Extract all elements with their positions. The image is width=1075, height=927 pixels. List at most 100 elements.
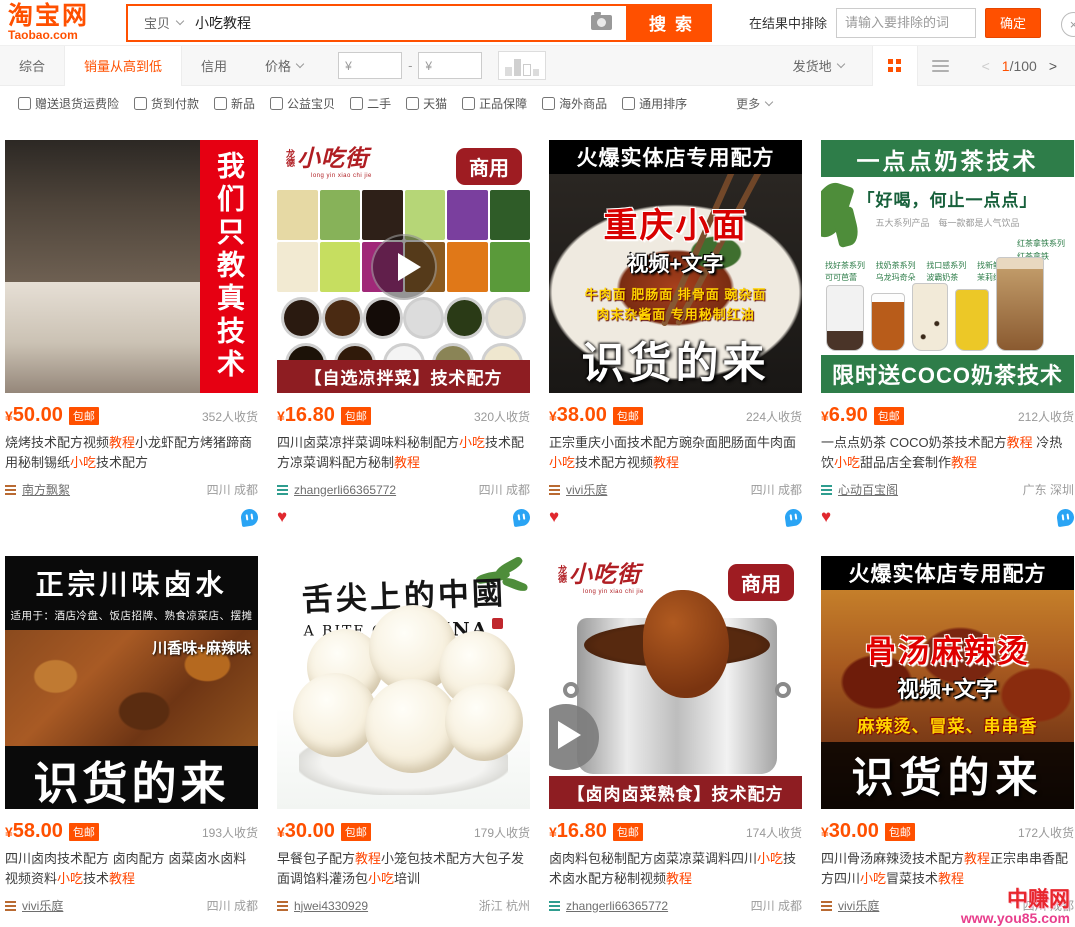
more-filters-button[interactable]: 更多 — [736, 95, 772, 112]
prev-page-icon[interactable]: < — [982, 58, 990, 74]
free-shipping-badge: 包邮 — [613, 407, 643, 425]
filter-authentic[interactable]: 正品保障 — [462, 95, 527, 112]
checkbox[interactable] — [214, 97, 227, 110]
wangwang-chat-icon[interactable] — [240, 507, 259, 526]
product-card: 龙德 小吃街 long yin xiao chi jie 商用 【卤肉卤菜熟食】… — [549, 556, 802, 927]
product-title[interactable]: 四川卤菜凉拌菜调味料秘制配方小吃技术配方凉菜调料配方秘制教程 — [277, 433, 530, 473]
search-input[interactable] — [195, 6, 591, 40]
wangwang-chat-icon[interactable] — [512, 507, 531, 526]
price-max-input[interactable] — [418, 52, 482, 79]
product-title[interactable]: 早餐包子配方教程小笼包技术配方大包子发面调馅料灌汤包小吃培训 — [277, 849, 530, 889]
product-image[interactable]: 火爆实体店专用配方 重庆小面 视频+文字 牛肉面 肥肠面 排骨面 豌杂面 肉末杂… — [549, 140, 802, 393]
tab-credit[interactable]: 信用 — [182, 46, 246, 86]
checkbox[interactable] — [350, 97, 363, 110]
price-row: ¥ 16.80 包邮 320人收货 — [277, 404, 530, 427]
checkbox[interactable] — [270, 97, 283, 110]
next-page-icon[interactable]: > — [1049, 58, 1057, 74]
tab-comprehensive[interactable]: 综合 — [0, 46, 64, 86]
filter-cod[interactable]: 货到付款 — [134, 95, 199, 112]
seller-link[interactable]: 心动百宝阁 — [838, 481, 898, 498]
tab-price[interactable]: 价格 — [246, 46, 322, 86]
image-caption: 【卤肉卤菜熟食】技术配方 — [549, 776, 802, 809]
product-card: 一点点奶茶技术 「好喝，何止一点点」 五大系列产品 每一款都是人气饮品 红茶拿铁… — [821, 140, 1074, 526]
location: 广东 深圳 — [1023, 481, 1074, 498]
filter-general-sort[interactable]: 通用排序 — [622, 95, 687, 112]
longde-brand-logo: 龙德 小吃街 — [558, 563, 641, 586]
sold-count: 179人收货 — [474, 824, 530, 841]
price-row: ¥ 30.00 包邮 172人收货 — [821, 820, 1074, 843]
price-row: ¥ 16.80 包邮 174人收货 — [549, 820, 802, 843]
filter-secondhand[interactable]: 二手 — [350, 95, 391, 112]
product-title[interactable]: 一点点奶茶 COCO奶茶技术配方教程 冷热饮小吃甜品店全套制作教程 — [821, 433, 1074, 473]
product-image[interactable]: 一点点奶茶技术 「好喝，何止一点点」 五大系列产品 每一款都是人气饮品 红茶拿铁… — [821, 140, 1074, 393]
product-image[interactable]: 舌尖上的中國 A BITE OF CHINA — [277, 556, 530, 809]
longde-brand-logo: 龙德 小吃街 — [286, 147, 369, 170]
free-shipping-badge: 包邮 — [69, 407, 99, 425]
wangwang-chat-icon[interactable] — [784, 507, 803, 526]
filter-overseas[interactable]: 海外商品 — [542, 95, 607, 112]
product-title[interactable]: 正宗重庆小面技术配方豌杂面肥肠面牛肉面小吃技术配方视频教程 — [549, 433, 802, 473]
search-category-dropdown[interactable]: 宝贝 — [128, 13, 195, 32]
logo-subtitle: Taobao.com — [8, 28, 126, 42]
camera-search-icon[interactable] — [591, 15, 612, 30]
checkbox[interactable] — [406, 97, 419, 110]
close-icon[interactable]: × — [1061, 12, 1075, 37]
product-card: 火爆实体店专用配方 重庆小面 视频+文字 牛肉面 肥肠面 排骨面 豌杂面 肉末杂… — [549, 140, 802, 526]
filter-charity[interactable]: 公益宝贝 — [270, 95, 335, 112]
exclude-confirm-button[interactable]: 确定 — [985, 8, 1041, 38]
product-title[interactable]: 卤肉料包秘制配方卤菜凉菜调料四川小吃技术卤水配方秘制视频教程 — [549, 849, 802, 889]
cooking-pot — [577, 618, 777, 774]
exclude-input[interactable] — [836, 8, 976, 38]
ship-from-dropdown[interactable]: 发货地 — [793, 56, 844, 75]
seller-row: 心动百宝阁 广东 深圳 — [821, 481, 1074, 498]
play-icon[interactable] — [371, 234, 437, 300]
filter-new[interactable]: 新品 — [214, 95, 255, 112]
wangwang-chat-icon[interactable] — [1056, 507, 1075, 526]
product-title[interactable]: 四川骨汤麻辣烫技术配方教程正宗串串香配方四川小吃冒菜技术教程 — [821, 849, 1074, 889]
checkbox[interactable] — [542, 97, 555, 110]
free-shipping-badge: 包邮 — [69, 823, 99, 841]
location: 四川 成都 — [751, 897, 802, 914]
product-image[interactable]: 我们只教真技术 — [5, 140, 258, 393]
seller-link[interactable]: vivi乐庭 — [566, 481, 607, 498]
filter-return-insurance[interactable]: 赠送退货运费险 — [18, 95, 119, 112]
checkbox[interactable] — [622, 97, 635, 110]
product-image[interactable]: 龙德 小吃街 long yin xiao chi jie 商用 【自选凉拌菜】技… — [277, 140, 530, 393]
list-view-button[interactable] — [918, 57, 964, 75]
free-shipping-badge: 包邮 — [341, 823, 371, 841]
filter-tmall[interactable]: 天猫 — [406, 95, 447, 112]
seller-row: zhangerli66365772 四川 成都 — [277, 481, 530, 498]
seller-link[interactable]: vivi乐庭 — [838, 897, 879, 914]
seller-link[interactable]: zhangerli66365772 — [566, 899, 668, 913]
sold-count: 320人收货 — [474, 408, 530, 425]
grid-view-button[interactable] — [872, 46, 918, 86]
product-image[interactable]: 龙德 小吃街 long yin xiao chi jie 商用 【卤肉卤菜熟食】… — [549, 556, 802, 809]
checkbox[interactable] — [462, 97, 475, 110]
product-title[interactable]: 烧烤技术配方视频教程小龙虾配方烤猪蹄商用秘制锡纸小吃技术配方 — [5, 433, 258, 473]
hotpot-photo: 骨汤麻辣烫 视频+文字 麻辣烫、冒菜、串串香 识货的来 — [821, 590, 1074, 809]
shop-icon — [5, 901, 16, 911]
price-min-input[interactable] — [338, 52, 402, 79]
price-histogram-icon[interactable] — [498, 51, 546, 80]
taobao-logo[interactable]: 淘宝网 Taobao.com — [8, 4, 126, 42]
shop-icon — [821, 901, 832, 911]
product-image[interactable]: 正宗川味卤水 适用于：酒店冷盘、饭店招牌、熟食凉菜店、摆摊 川香味+麻辣味 识货… — [5, 556, 258, 809]
seller-link[interactable]: zhangerli66365772 — [294, 483, 396, 497]
seller-row: 南方飘絮 四川 成都 — [5, 481, 258, 498]
product-image[interactable]: 火爆实体店专用配方 骨汤麻辣烫 视频+文字 麻辣烫、冒菜、串串香 识货的来 — [821, 556, 1074, 809]
seller-link[interactable]: hjwei4330929 — [294, 899, 368, 913]
seller-row: vivi乐庭 四川 成都 — [5, 897, 258, 914]
image-top-banner: 火爆实体店专用配方 — [549, 140, 802, 174]
price-row: ¥ 6.90 包邮 212人收货 — [821, 404, 1074, 427]
seller-link[interactable]: 南方飘絮 — [22, 481, 70, 498]
seller-link[interactable]: vivi乐庭 — [22, 897, 63, 914]
product-title[interactable]: 四川卤肉技术配方 卤肉配方 卤菜卤水卤料视频资料小吃技术教程 — [5, 849, 258, 889]
location: 四川 成都 — [751, 481, 802, 498]
checkbox[interactable] — [18, 97, 31, 110]
braised-meat-photo: 川香味+麻辣味 — [5, 630, 258, 746]
checkbox[interactable] — [134, 97, 147, 110]
tab-sales-desc[interactable]: 销量从高到低 — [64, 46, 182, 86]
search-button[interactable]: 搜索 — [628, 4, 712, 42]
chevron-down-icon — [296, 60, 304, 68]
red-banner: 我们只教真技术 — [200, 140, 258, 393]
